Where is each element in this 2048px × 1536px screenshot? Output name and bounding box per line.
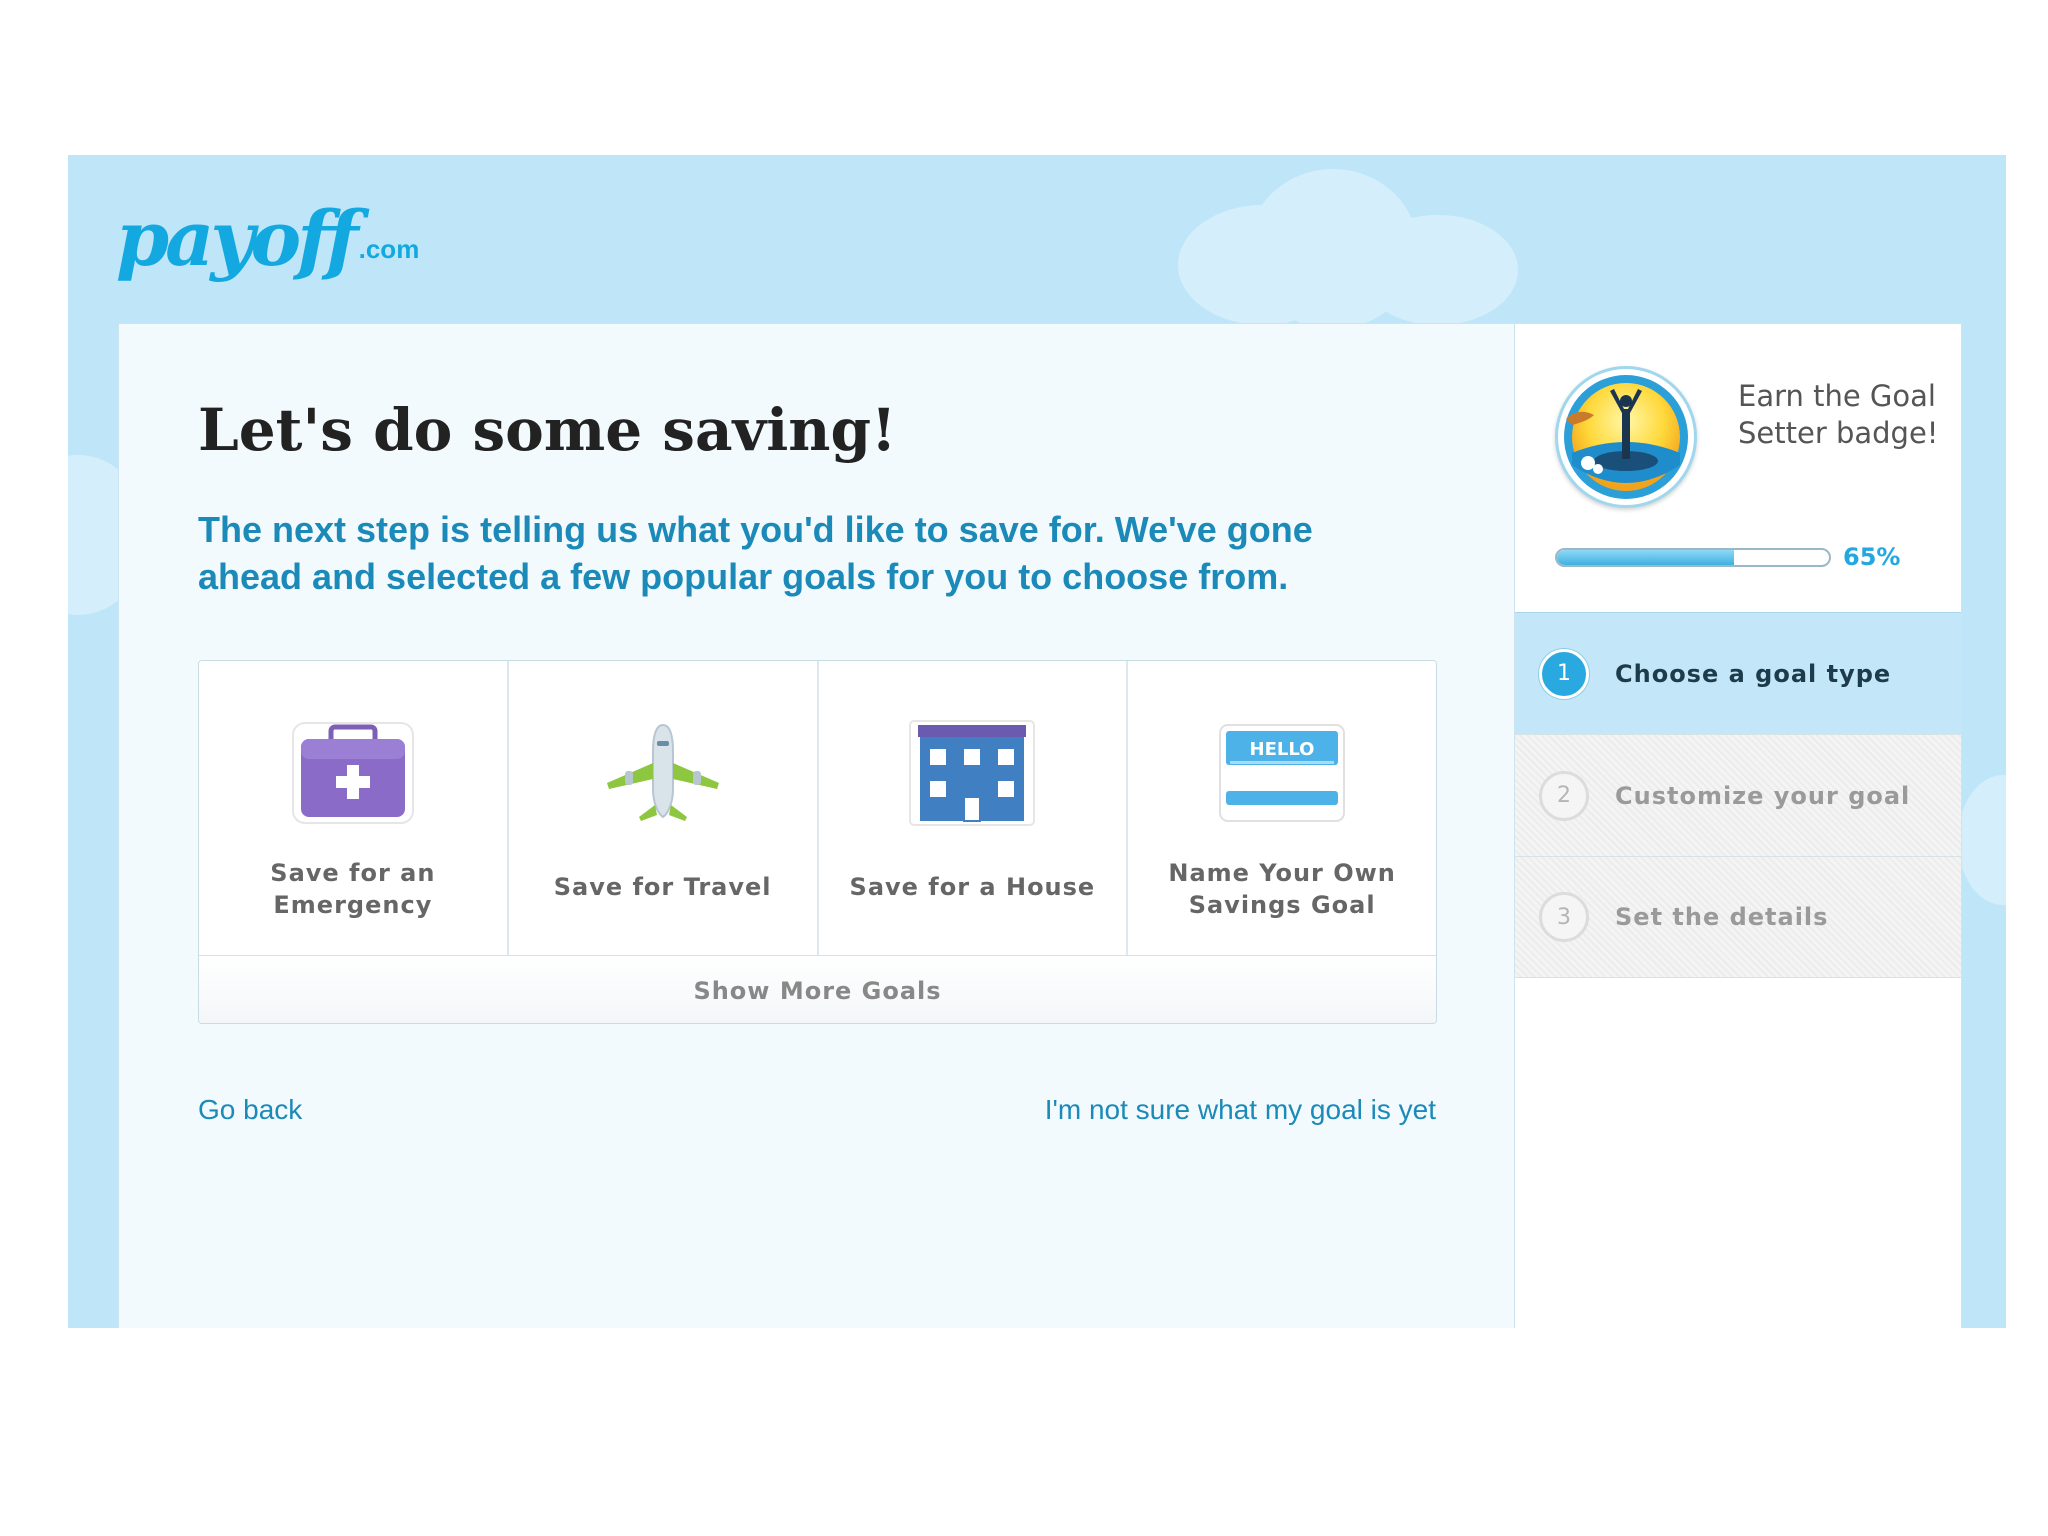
cloud-decoration [1358,215,1518,325]
goal-row: Save for an Emergency Save for Travel Sa… [199,661,1436,955]
goal-label: Save for an Emergency [270,859,436,919]
goal-setter-badge-icon [1555,366,1697,508]
step-number: 1 [1539,648,1589,699]
intro-text: The next step is telling us what you'd l… [198,509,1313,597]
step-number: 2 [1539,770,1589,821]
step-label: Choose a goal type [1615,659,1892,688]
cloud-decoration [1958,775,2006,905]
badge-progress-bar [1555,548,1831,567]
goal-card-emergency[interactable]: Save for an Emergency [199,661,509,955]
payoff-logo[interactable]: payoff .com [116,177,419,277]
progress-percent: 65% [1843,543,1901,571]
goal-card-custom[interactable]: HELLO Name Your Own Savings Goal [1128,661,1436,955]
airplane-icon [606,723,719,823]
step-label: Customize your goal [1615,781,1911,810]
progress-sidebar: Earn the Goal Setter badge! 65% 1 Choose… [1514,323,1962,1328]
show-more-goals-button[interactable]: Show More Goals [199,955,1436,1023]
goal-label: Save for Travel [553,873,772,901]
goal-picker: Save for an Emergency Save for Travel Sa… [198,660,1437,1024]
step-customize-goal[interactable]: 2 Customize your goal [1515,734,1961,856]
goal-label: Name Your Own Savings Goal [1168,859,1396,919]
hello-name-tag-icon: HELLO [1219,724,1346,822]
not-sure-link[interactable]: I'm not sure what my goal is yet [1045,1094,1436,1126]
first-aid-kit-icon [291,722,414,824]
badge-art [1564,375,1688,499]
progress-fill [1557,550,1734,565]
badge-text: Earn the Goal Setter badge! [1738,379,1939,450]
step-number: 3 [1539,892,1589,942]
app-frame: payoff .com Let's do some saving! The ne… [68,155,2006,1328]
hello-text: HELLO [1250,739,1315,760]
logo-tld: .com [358,234,420,264]
building-icon [909,720,1036,826]
step-set-details[interactable]: 3 Set the details [1515,856,1961,978]
badge-area: Earn the Goal Setter badge! 65% [1515,324,1961,612]
main-panel: Let's do some saving! The next step is t… [118,323,1515,1328]
goal-label: Save for a House [849,873,1096,901]
step-label: Set the details [1615,903,1829,931]
go-back-link[interactable]: Go back [198,1094,302,1126]
logo-text: payoff [116,194,359,283]
goal-card-travel[interactable]: Save for Travel [508,661,819,955]
page-title: Let's do some saving! [198,396,897,464]
goal-card-house[interactable]: Save for a House [818,661,1129,955]
step-choose-goal-type[interactable]: 1 Choose a goal type [1515,612,1961,734]
